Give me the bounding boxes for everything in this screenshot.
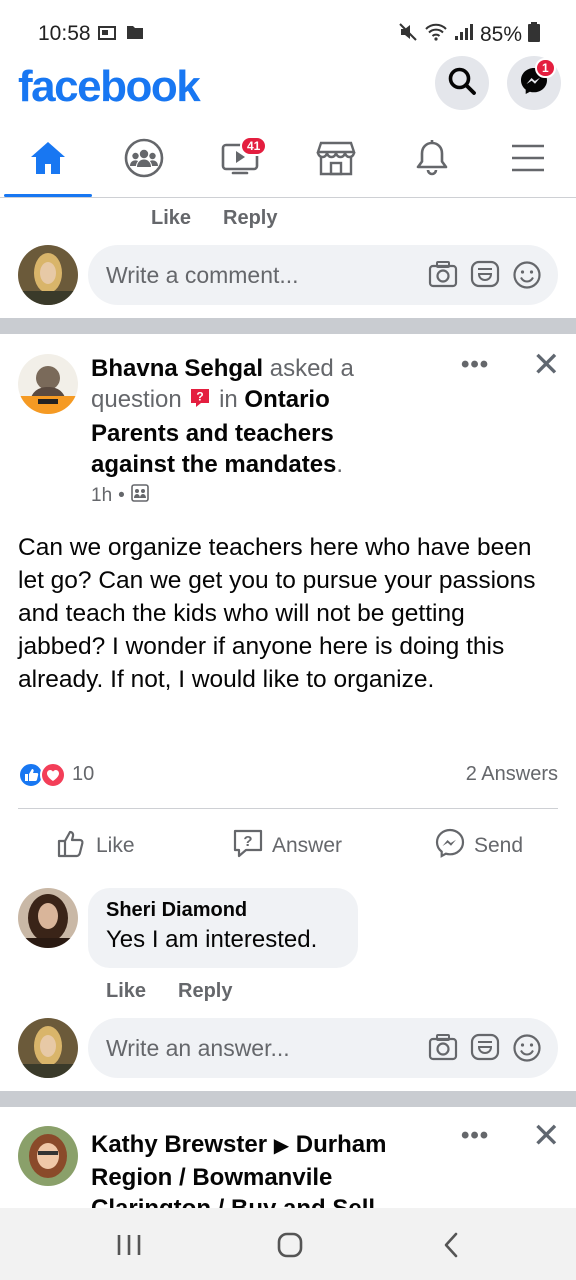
active-tab-indicator [4, 194, 92, 197]
mute-icon [398, 22, 418, 48]
battery-icon [528, 22, 540, 48]
next-post-author-avatar[interactable] [18, 1126, 78, 1186]
main-nav: 41 [0, 124, 576, 198]
reply-text: Yes I am interested. [106, 926, 318, 953]
post-meta: 1h • [91, 484, 149, 508]
post-close-button[interactable]: ✕ [532, 345, 561, 385]
reply-author-name[interactable]: Sheri Diamond [106, 899, 340, 922]
hamburger-icon [511, 143, 545, 178]
group-privacy-icon [130, 484, 149, 508]
gif-sticker-icon[interactable] [470, 260, 500, 296]
recent-apps-icon[interactable] [116, 1233, 142, 1262]
system-nav-bar [0, 1208, 576, 1280]
post-separator [0, 318, 576, 334]
next-post-close-button[interactable]: ✕ [532, 1116, 561, 1156]
comment-placeholder: Write a comment... [106, 261, 299, 288]
love-reaction-icon [40, 762, 66, 793]
gif-sticker-icon[interactable] [470, 1033, 500, 1069]
answer-input[interactable]: Write an answer... [88, 1018, 558, 1078]
answer-bubble-icon: ? [232, 827, 264, 865]
reply-author-avatar[interactable] [18, 888, 78, 948]
next-post: Kathy Brewster ▶ Durham Region / Bowmanv… [0, 1107, 576, 1208]
answers-count[interactable]: 2 Answers [466, 763, 558, 786]
send-button[interactable]: Send [434, 827, 523, 865]
marketplace-icon [316, 139, 356, 182]
svg-text:?: ? [243, 833, 252, 850]
folder-icon [126, 24, 144, 47]
reply-reply-link[interactable]: Reply [178, 980, 232, 1003]
prev-reply-link[interactable]: Reply [223, 207, 277, 230]
like-button[interactable]: Like [56, 827, 135, 865]
tab-notifications[interactable] [384, 124, 480, 196]
signal-icon [454, 23, 474, 47]
messenger-badge: 1 [535, 58, 556, 78]
messenger-send-icon [434, 827, 466, 865]
next-post-author[interactable]: Kathy Brewster [91, 1131, 267, 1158]
messenger-button[interactable]: 1 [507, 56, 561, 110]
post-time[interactable]: 1h [91, 485, 112, 507]
answer-button[interactable]: ? Answer [232, 827, 342, 865]
answer-label: Answer [272, 834, 343, 857]
facebook-logo[interactable]: facebook [18, 62, 201, 112]
post-action-bar: Like ? Answer Send [18, 808, 558, 874]
reactions-summary[interactable]: 10 2 Answers [18, 760, 558, 790]
wifi-icon [424, 22, 448, 48]
tab-watch[interactable]: 41 [192, 124, 288, 196]
like-label: Like [96, 834, 135, 857]
emoji-icon[interactable] [512, 260, 542, 296]
bell-icon [414, 139, 450, 182]
post-more-button[interactable]: ••• [461, 351, 489, 379]
back-icon[interactable] [442, 1232, 460, 1263]
reaction-count: 10 [72, 763, 95, 785]
tab-menu[interactable] [480, 124, 576, 196]
prev-like-link[interactable]: Like [151, 207, 191, 230]
avatar[interactable] [18, 245, 78, 305]
post-author-name[interactable]: Bhavna Sehgal [91, 355, 263, 382]
search-icon [447, 66, 477, 101]
watch-badge: 41 [240, 136, 268, 156]
comment-input[interactable]: Write a comment... [88, 245, 558, 305]
svg-text:?: ? [197, 390, 204, 404]
camera-icon[interactable] [428, 1033, 458, 1069]
question-icon: ? [188, 386, 212, 418]
camera-icon[interactable] [428, 260, 458, 296]
groups-icon [124, 138, 164, 183]
avatar[interactable] [18, 1018, 78, 1078]
post-header-text: Bhavna Sehgal asked a question ? in Onta… [91, 355, 354, 478]
next-post-more-button[interactable]: ••• [461, 1122, 489, 1150]
search-button[interactable] [435, 56, 489, 110]
reply-bubble: Sheri Diamond Yes I am interested. [88, 888, 358, 968]
emoji-icon[interactable] [512, 1033, 542, 1069]
status-bar: 10:58 85% [0, 0, 576, 60]
app-header: facebook 1 [0, 56, 576, 122]
battery-level: 85% [479, 23, 522, 46]
tab-groups[interactable] [96, 124, 192, 196]
answer-placeholder: Write an answer... [106, 1034, 290, 1061]
post-body: Can we organize teachers here who have b… [18, 534, 536, 693]
status-time: 10:58 [38, 22, 91, 45]
post-author-avatar[interactable] [18, 354, 78, 414]
next-post-header: Kathy Brewster ▶ Durham Region / Bowmanv… [91, 1129, 421, 1208]
tab-marketplace[interactable] [288, 124, 384, 196]
thumbs-up-icon [56, 827, 88, 865]
notification-icon [98, 24, 118, 47]
reply-like-link[interactable]: Like [106, 980, 146, 1003]
home-button-icon[interactable] [277, 1232, 303, 1263]
tab-home[interactable] [0, 124, 96, 196]
home-icon [29, 140, 67, 181]
send-label: Send [474, 834, 524, 857]
post-separator [0, 1091, 576, 1107]
